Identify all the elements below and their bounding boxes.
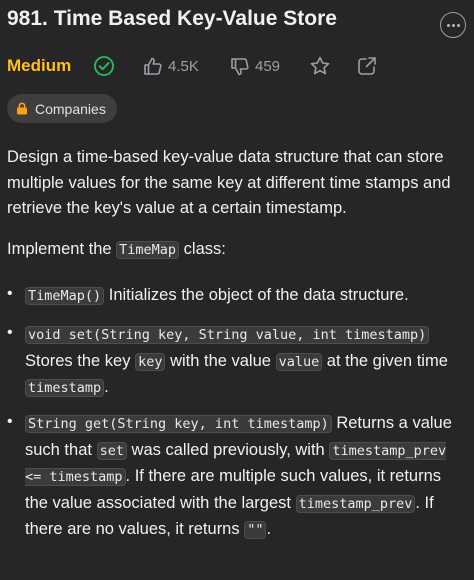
bullet: • [7, 324, 13, 341]
code-get-signature: String get(String key, int timestamp) [25, 415, 332, 433]
thumbs-up-icon[interactable] [142, 55, 164, 77]
companies-tag[interactable]: Companies [7, 94, 117, 123]
code-key: key [135, 352, 166, 371]
bullet: • [7, 413, 13, 430]
code-constructor: TimeMap() [25, 287, 105, 305]
difficulty-badge: Medium [7, 56, 72, 75]
star-icon[interactable] [309, 55, 331, 77]
problem-meta-row: Medium 4.5K 459 [7, 54, 447, 78]
lock-icon [17, 102, 27, 115]
dislikes-count: 459 [255, 58, 281, 75]
code-set-signature: void set(String key, String value, int t… [25, 326, 430, 344]
companies-label: Companies [35, 100, 106, 117]
code-timemap-class: TimeMap [116, 241, 180, 259]
description-intro: Design a time-based key-value data struc… [7, 148, 451, 217]
bullet: • [7, 285, 13, 302]
code-timestamp: timestamp [25, 379, 105, 397]
thumbs-down-icon[interactable] [229, 56, 251, 78]
code-value: value [275, 352, 323, 371]
check-circle-icon [94, 56, 114, 76]
code-set: set [96, 441, 127, 460]
implement-line: Implement the TimeMap class: [7, 240, 226, 259]
more-icon[interactable] [440, 12, 466, 38]
problem-title: 981. Time Based Key-Value Store [7, 7, 337, 30]
code-empty-string: "" [244, 521, 267, 539]
likes-count: 4.5K [168, 58, 199, 75]
share-icon[interactable] [356, 55, 378, 77]
code-timestamp-prev: timestamp_prev [295, 494, 416, 513]
